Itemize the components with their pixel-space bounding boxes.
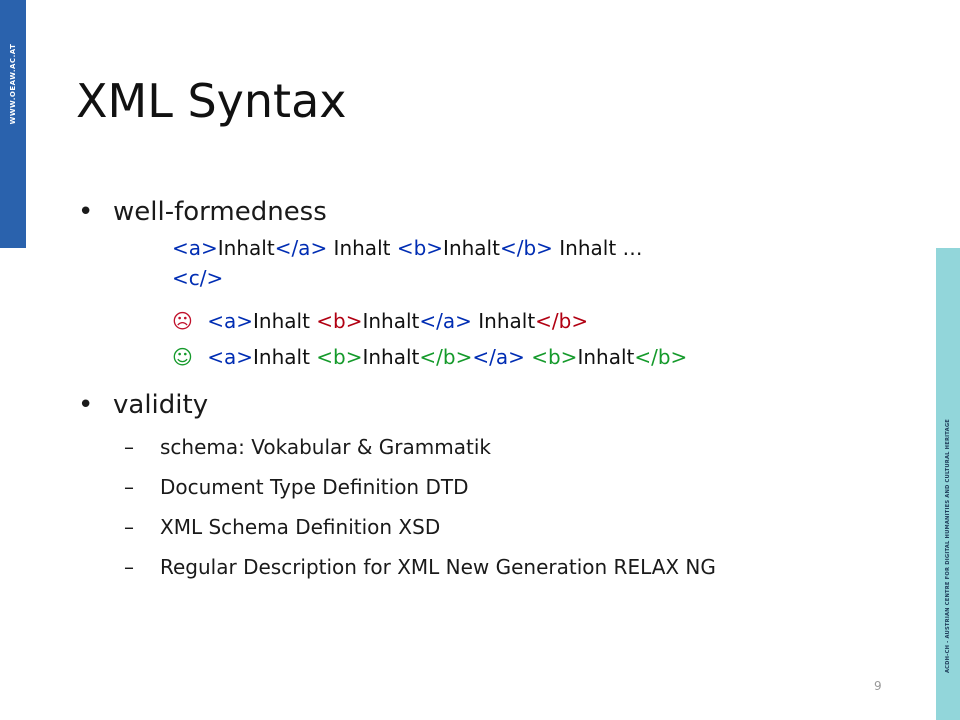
bullet-label-well-formedness: well-formedness [113,197,327,227]
left-brand-strip-text: WWW.OEAW.AC.AT [9,43,17,125]
bad-example-token: Inhalt [471,309,536,333]
dash-icon: – [124,515,134,539]
bad-example-token: <b> [316,309,363,333]
good-example-token: <b> [316,345,363,369]
good-example-token: <b> [531,345,578,369]
good-example-token: <a> [207,345,253,369]
code-line-1-token: </a> [274,236,328,260]
good-example-token: </b> [634,345,688,369]
code-example-line-1: <a>Inhalt</a> Inhalt <b>Inhalt</b> Inhal… [172,236,643,260]
right-brand-strip-text: ACDH-CH - AUSTRIAN CENTRE FOR DIGITAL HU… [945,418,951,674]
good-example-token: </a> [472,345,525,369]
happy-face-icon: ☺ [172,345,193,369]
code-line-1-token: </b> [499,236,553,260]
bad-example-token: Inhalt [253,309,317,333]
code-line-1-token: Inhalt [327,236,397,260]
dash-icon: – [124,475,134,499]
validity-subitem-text: XML Schema Definition XSD [160,515,441,539]
sad-face-icon: ☹ [172,309,193,333]
good-example-token: Inhalt [362,345,420,369]
slide-title: XML Syntax [76,74,347,128]
good-example-line: ☺ <a>Inhalt <b>Inhalt</b></a> <b>Inhalt<… [172,345,687,369]
code-line-1-token: Inhalt … [552,236,643,260]
code-line-1-token: Inhalt [217,236,275,260]
bad-example-token: </b> [535,309,589,333]
bad-example-token: <a> [207,309,253,333]
code-line-2-token: <c/> [172,266,224,290]
bullet-dot-icon: • [78,390,94,420]
bullet-dot-icon: • [78,197,94,227]
page-number: 9 [874,679,882,693]
good-example-token: Inhalt [577,345,635,369]
good-example-token: </b> [419,345,473,369]
dash-icon: – [124,435,134,459]
validity-subitem-text: Document Type Definition DTD [160,475,469,499]
validity-subitem-text: Regular Description for XML New Generati… [160,555,716,579]
good-example-code: <a>Inhalt <b>Inhalt</b></a> <b>Inhalt</b… [207,345,687,369]
bullet-label-validity: validity [113,390,209,420]
good-example-token: Inhalt [253,345,317,369]
bad-example-token: </a> [419,309,472,333]
bad-example-token: Inhalt [362,309,420,333]
bad-example-line: ☹ <a>Inhalt <b>Inhalt</a> Inhalt</b> [172,309,588,333]
dash-icon: – [124,555,134,579]
code-line-1-token: <b> [396,236,444,260]
code-example-line-2: <c/> [172,266,223,290]
validity-subitem-text: schema: Vokabular & Grammatik [160,435,491,459]
code-line-1-token: Inhalt [443,236,500,260]
bad-example-code: <a>Inhalt <b>Inhalt</a> Inhalt</b> [207,309,588,333]
code-line-1-token: <a> [172,236,218,260]
